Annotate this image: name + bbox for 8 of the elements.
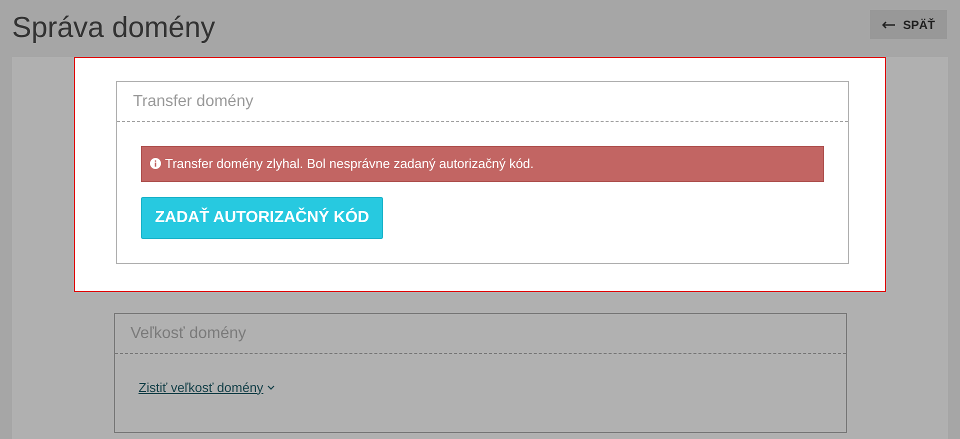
info-icon: [150, 158, 161, 170]
chevron-icon: [267, 384, 276, 390]
back-button[interactable]: SPÄŤ: [870, 10, 947, 39]
domain-size-link[interactable]: Zistiť veľkosť domény: [138, 378, 276, 397]
page-title: Správa domény: [12, 10, 216, 46]
panel-title: Transfer domény: [117, 82, 848, 122]
alert-text: Transfer domény zlyhal. Bol nesprávne zadaný autorizačný kód.: [165, 155, 534, 173]
arrow-left-icon: [882, 20, 895, 28]
